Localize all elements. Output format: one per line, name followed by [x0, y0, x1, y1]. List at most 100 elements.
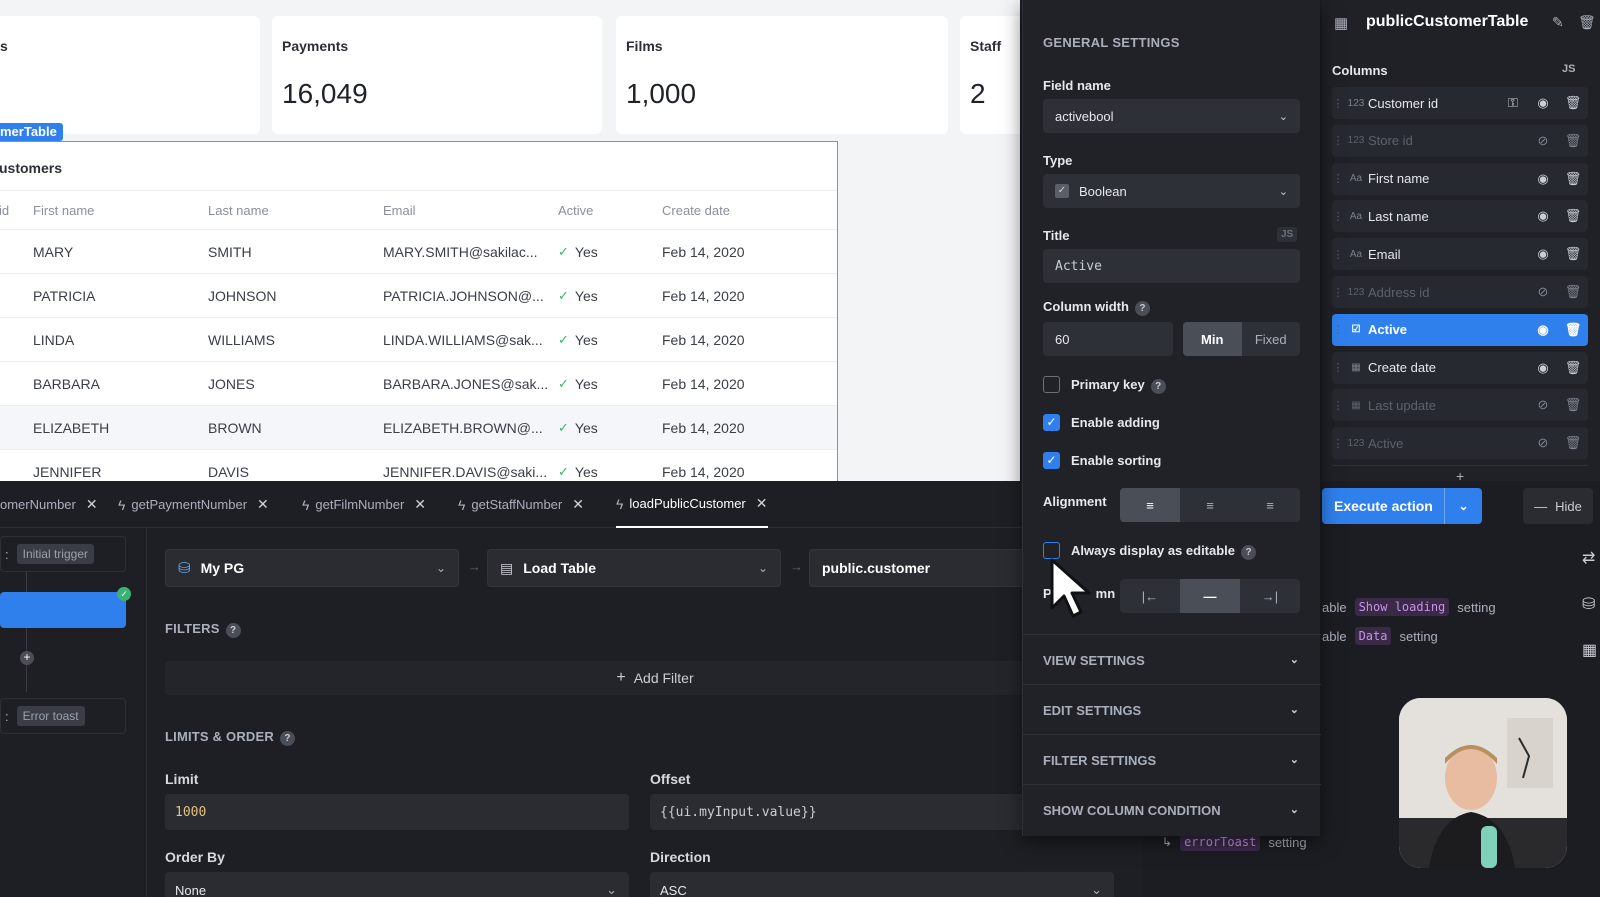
help-icon[interactable]: ? [1241, 545, 1257, 560]
drag-handle-icon[interactable]: ⋮ [1332, 248, 1344, 261]
always-editable-checkbox[interactable] [1043, 542, 1060, 559]
stat-card-payments[interactable]: Payments 16,049 [272, 16, 602, 134]
hide-button[interactable]: — Hide [1523, 488, 1593, 524]
help-icon[interactable]: ? [225, 623, 241, 638]
column-list-item[interactable]: ⋮ Aa Email ◉ 🗑 [1332, 238, 1588, 271]
field-name-select[interactable]: activebool ⌄ [1043, 99, 1300, 133]
title-js-toggle[interactable]: JS [1277, 227, 1298, 242]
eye-off-icon[interactable]: ⊘ [1528, 284, 1558, 300]
event-handler-loading[interactable]: able Show loading setting [1322, 598, 1496, 616]
chevron-down-icon[interactable]: ⌄ [1444, 488, 1482, 524]
direction-select[interactable]: ASC ⌄ [650, 872, 1114, 897]
table-row[interactable]: LINDA WILLIAMS LINDA.WILLIAMS@sak... ✓ Yes Fe… [0, 318, 837, 362]
limit-input[interactable]: 1000 [165, 794, 629, 830]
column-header[interactable]: Active [558, 191, 648, 229]
add-filter-button[interactable]: + Add Filter [165, 661, 1145, 695]
column-list-item[interactable]: ⋮ ▦ Last update ⊘ 🗑 [1332, 389, 1588, 422]
pin-none-icon[interactable]: — [1180, 579, 1240, 613]
column-list-item[interactable]: ⋮ 123 Customer id ⚿ ◉ 🗑 [1332, 87, 1588, 119]
widget-title[interactable]: publicCustomerTable [1366, 13, 1528, 31]
stat-card-customers[interactable]: s [0, 16, 260, 134]
pin-left-icon[interactable]: |← [1120, 579, 1180, 613]
enable-sorting-checkbox[interactable]: ✓ [1043, 452, 1060, 469]
help-icon[interactable]: ? [1150, 379, 1166, 394]
trigger-node[interactable]: : Initial trigger [0, 536, 126, 572]
execute-action-button[interactable]: Execute action ⌄ [1322, 488, 1482, 524]
swap-icon[interactable]: ⇄ [1582, 548, 1595, 568]
query-tab[interactable]: ϟ loadPublicCustomer ✕ [616, 481, 768, 528]
close-icon[interactable]: ✕ [572, 496, 584, 513]
help-icon[interactable]: ? [1134, 301, 1150, 316]
widget-name-tag[interactable]: merTable [0, 123, 63, 141]
column-list-item[interactable]: ⋮ Aa First name ◉ 🗑 [1332, 162, 1588, 195]
help-icon[interactable]: ? [279, 731, 295, 746]
drag-handle-icon[interactable]: ⋮ [1332, 97, 1344, 110]
trash-icon[interactable]: 🗑 [1578, 14, 1596, 31]
column-list-item[interactable]: ⋮ ▦ Create date ◉ 🗑 [1332, 351, 1588, 384]
table-row[interactable]: BARBARA JONES BARBARA.JONES@sak... ✓ Yes Feb … [0, 362, 837, 406]
trash-icon[interactable]: 🗑 [1558, 322, 1588, 338]
align-center-icon[interactable]: ≡ [1180, 488, 1240, 522]
error-node[interactable]: : Error toast [0, 698, 126, 734]
database-icon[interactable]: ⛁ [1582, 594, 1595, 614]
view-settings-section[interactable]: VIEW SETTINGS ⌄ [1023, 634, 1321, 684]
drag-handle-icon[interactable]: ⋮ [1332, 286, 1344, 299]
type-select[interactable]: ✓ Boolean ⌄ [1043, 174, 1300, 208]
table-row[interactable]: ELIZABETH BROWN ELIZABETH.BROWN@... ✓ Yes Feb… [0, 406, 837, 450]
column-header[interactable]: id [0, 191, 29, 229]
columns-js-toggle[interactable]: JS [1562, 63, 1575, 75]
eye-off-icon[interactable]: ⊘ [1528, 133, 1558, 149]
show-column-condition-section[interactable]: SHOW COLUMN CONDITION ⌄ [1023, 784, 1321, 834]
query-tab[interactable]: ϟ getFilmNumber ✕ [302, 481, 426, 528]
order-by-select[interactable]: None ⌄ [165, 872, 629, 897]
edit-settings-section[interactable]: EDIT SETTINGS ⌄ [1023, 684, 1321, 734]
width-min-option[interactable]: Min [1183, 322, 1242, 356]
trash-icon[interactable]: 🗑 [1558, 360, 1588, 376]
drag-handle-icon[interactable]: ⋮ [1332, 437, 1344, 450]
stat-card-staff[interactable]: Staff 2 [960, 16, 1020, 134]
primary-key-checkbox[interactable] [1043, 376, 1060, 393]
align-right-icon[interactable]: ≡ [1240, 488, 1300, 522]
width-fixed-option[interactable]: Fixed [1242, 322, 1301, 356]
trash-icon[interactable]: 🗑 [1558, 95, 1588, 111]
table-row[interactable]: JENNIFER DAVIS JENNIFER.DAVIS@saki... ✓ Yes F… [0, 450, 837, 481]
trash-icon[interactable]: 🗑 [1558, 435, 1588, 451]
trash-icon[interactable]: 🗑 [1558, 208, 1588, 224]
close-icon[interactable]: ✕ [756, 495, 768, 512]
eye-icon[interactable]: ◉ [1528, 360, 1558, 376]
action-select[interactable]: ▤ Load Table ⌄ [487, 549, 781, 587]
stat-card-films[interactable]: Films 1,000 [616, 16, 948, 134]
trash-icon[interactable]: 🗑 [1558, 284, 1588, 300]
align-left-icon[interactable]: ≡ [1120, 488, 1180, 522]
drag-handle-icon[interactable]: ⋮ [1332, 399, 1344, 412]
trash-icon[interactable]: 🗑 [1558, 171, 1588, 187]
column-header[interactable]: Create date [662, 191, 782, 229]
column-header[interactable]: First name [33, 191, 193, 229]
column-list-item[interactable]: ⋮ 123 Address id ⊘ 🗑 [1332, 276, 1588, 308]
eye-icon[interactable]: ◉ [1528, 322, 1558, 338]
table-row[interactable]: MARY SMITH MARY.SMITH@sakilac... ✓ Yes Feb 14… [0, 230, 837, 274]
column-list-item[interactable]: ⋮ Aa Last name ◉ 🗑 [1332, 200, 1588, 233]
close-icon[interactable]: ✕ [257, 496, 269, 513]
eye-icon[interactable]: ◉ [1528, 95, 1558, 111]
query-tab[interactable]: ϟ getStaffNumber ✕ [458, 481, 584, 528]
filter-settings-section[interactable]: FILTER SETTINGS ⌄ [1023, 734, 1321, 784]
add-step-icon[interactable]: + [20, 651, 34, 665]
enable-adding-checkbox[interactable]: ✓ [1043, 414, 1060, 431]
customers-table[interactable]: ustomers id First name Last name Email A… [0, 141, 838, 481]
calendar-icon[interactable]: ▦ [1582, 640, 1597, 660]
column-header[interactable]: Email [383, 191, 553, 229]
trash-icon[interactable]: 🗑 [1558, 397, 1588, 413]
eye-off-icon[interactable]: ⊘ [1528, 397, 1558, 413]
close-icon[interactable]: ✕ [86, 496, 98, 513]
query-tab[interactable]: omerNumber ✕ [0, 481, 98, 528]
query-tab[interactable]: ϟ getPaymentNumber ✕ [118, 481, 269, 528]
drag-handle-icon[interactable]: ⋮ [1332, 134, 1344, 147]
resource-select[interactable]: ⛁ My PG ⌄ [165, 549, 459, 587]
column-list-item[interactable]: ⋮ 123 Store id ⊘ 🗑 [1332, 124, 1588, 157]
pin-right-icon[interactable]: →| [1240, 579, 1300, 613]
edit-icon[interactable]: ✎ [1552, 14, 1564, 31]
drag-handle-icon[interactable]: ⋮ [1332, 172, 1344, 185]
column-header[interactable]: Last name [208, 191, 368, 229]
eye-icon[interactable]: ◉ [1528, 246, 1558, 262]
